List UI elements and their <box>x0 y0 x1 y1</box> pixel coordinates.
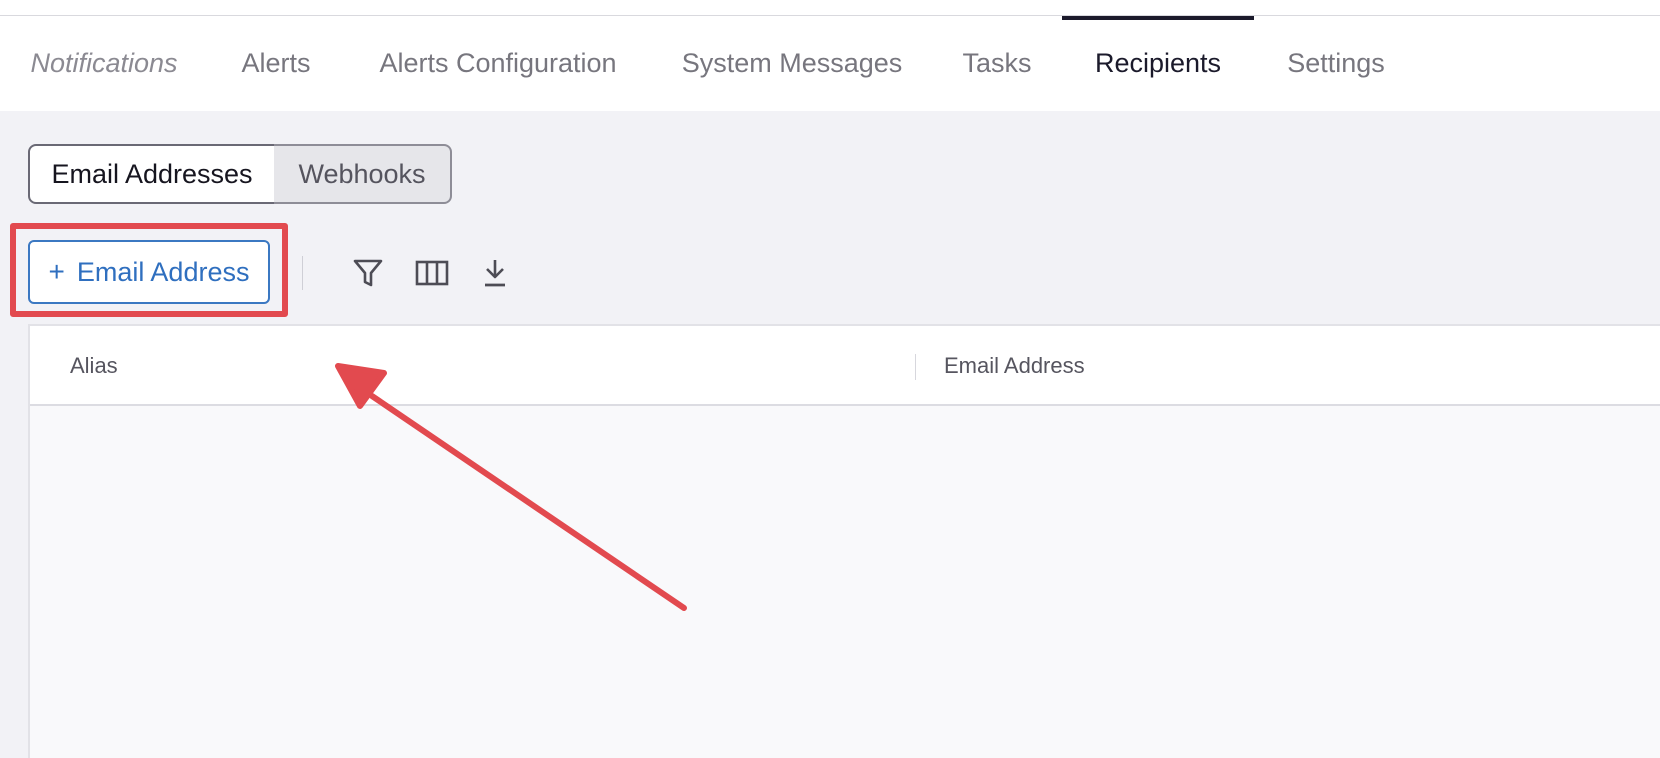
add-email-address-button[interactable]: + Email Address <box>28 240 270 304</box>
tab-alerts-configuration[interactable]: Alerts Configuration <box>370 16 626 111</box>
column-header-alias[interactable]: Alias <box>70 326 118 406</box>
columns-icon[interactable] <box>412 253 452 293</box>
tab-system-messages[interactable]: System Messages <box>674 16 910 111</box>
email-addresses-toggle[interactable]: Email Addresses <box>28 144 276 204</box>
column-header-email-address[interactable]: Email Address <box>944 326 1085 406</box>
tab-alerts[interactable]: Alerts <box>226 16 326 111</box>
webhooks-toggle[interactable]: Webhooks <box>274 144 452 204</box>
tab-tasks[interactable]: Tasks <box>952 16 1042 111</box>
tab-settings[interactable]: Settings <box>1280 16 1392 111</box>
add-email-address-label: Email Address <box>76 256 250 287</box>
tabs-heading: Notifications <box>30 48 178 78</box>
tab-bar: Notifications Alerts Alerts Configuratio… <box>0 16 1660 111</box>
recipients-table: Alias Email Address <box>28 324 1660 758</box>
filter-icon[interactable] <box>348 253 388 293</box>
download-icon[interactable] <box>475 253 515 293</box>
toolbar-divider <box>302 256 303 290</box>
tab-recipients[interactable]: Recipients <box>1062 16 1254 111</box>
table-header: Alias Email Address <box>30 326 1660 406</box>
top-border <box>0 0 1660 16</box>
column-separator[interactable] <box>915 354 916 380</box>
plus-icon: + <box>48 256 65 287</box>
